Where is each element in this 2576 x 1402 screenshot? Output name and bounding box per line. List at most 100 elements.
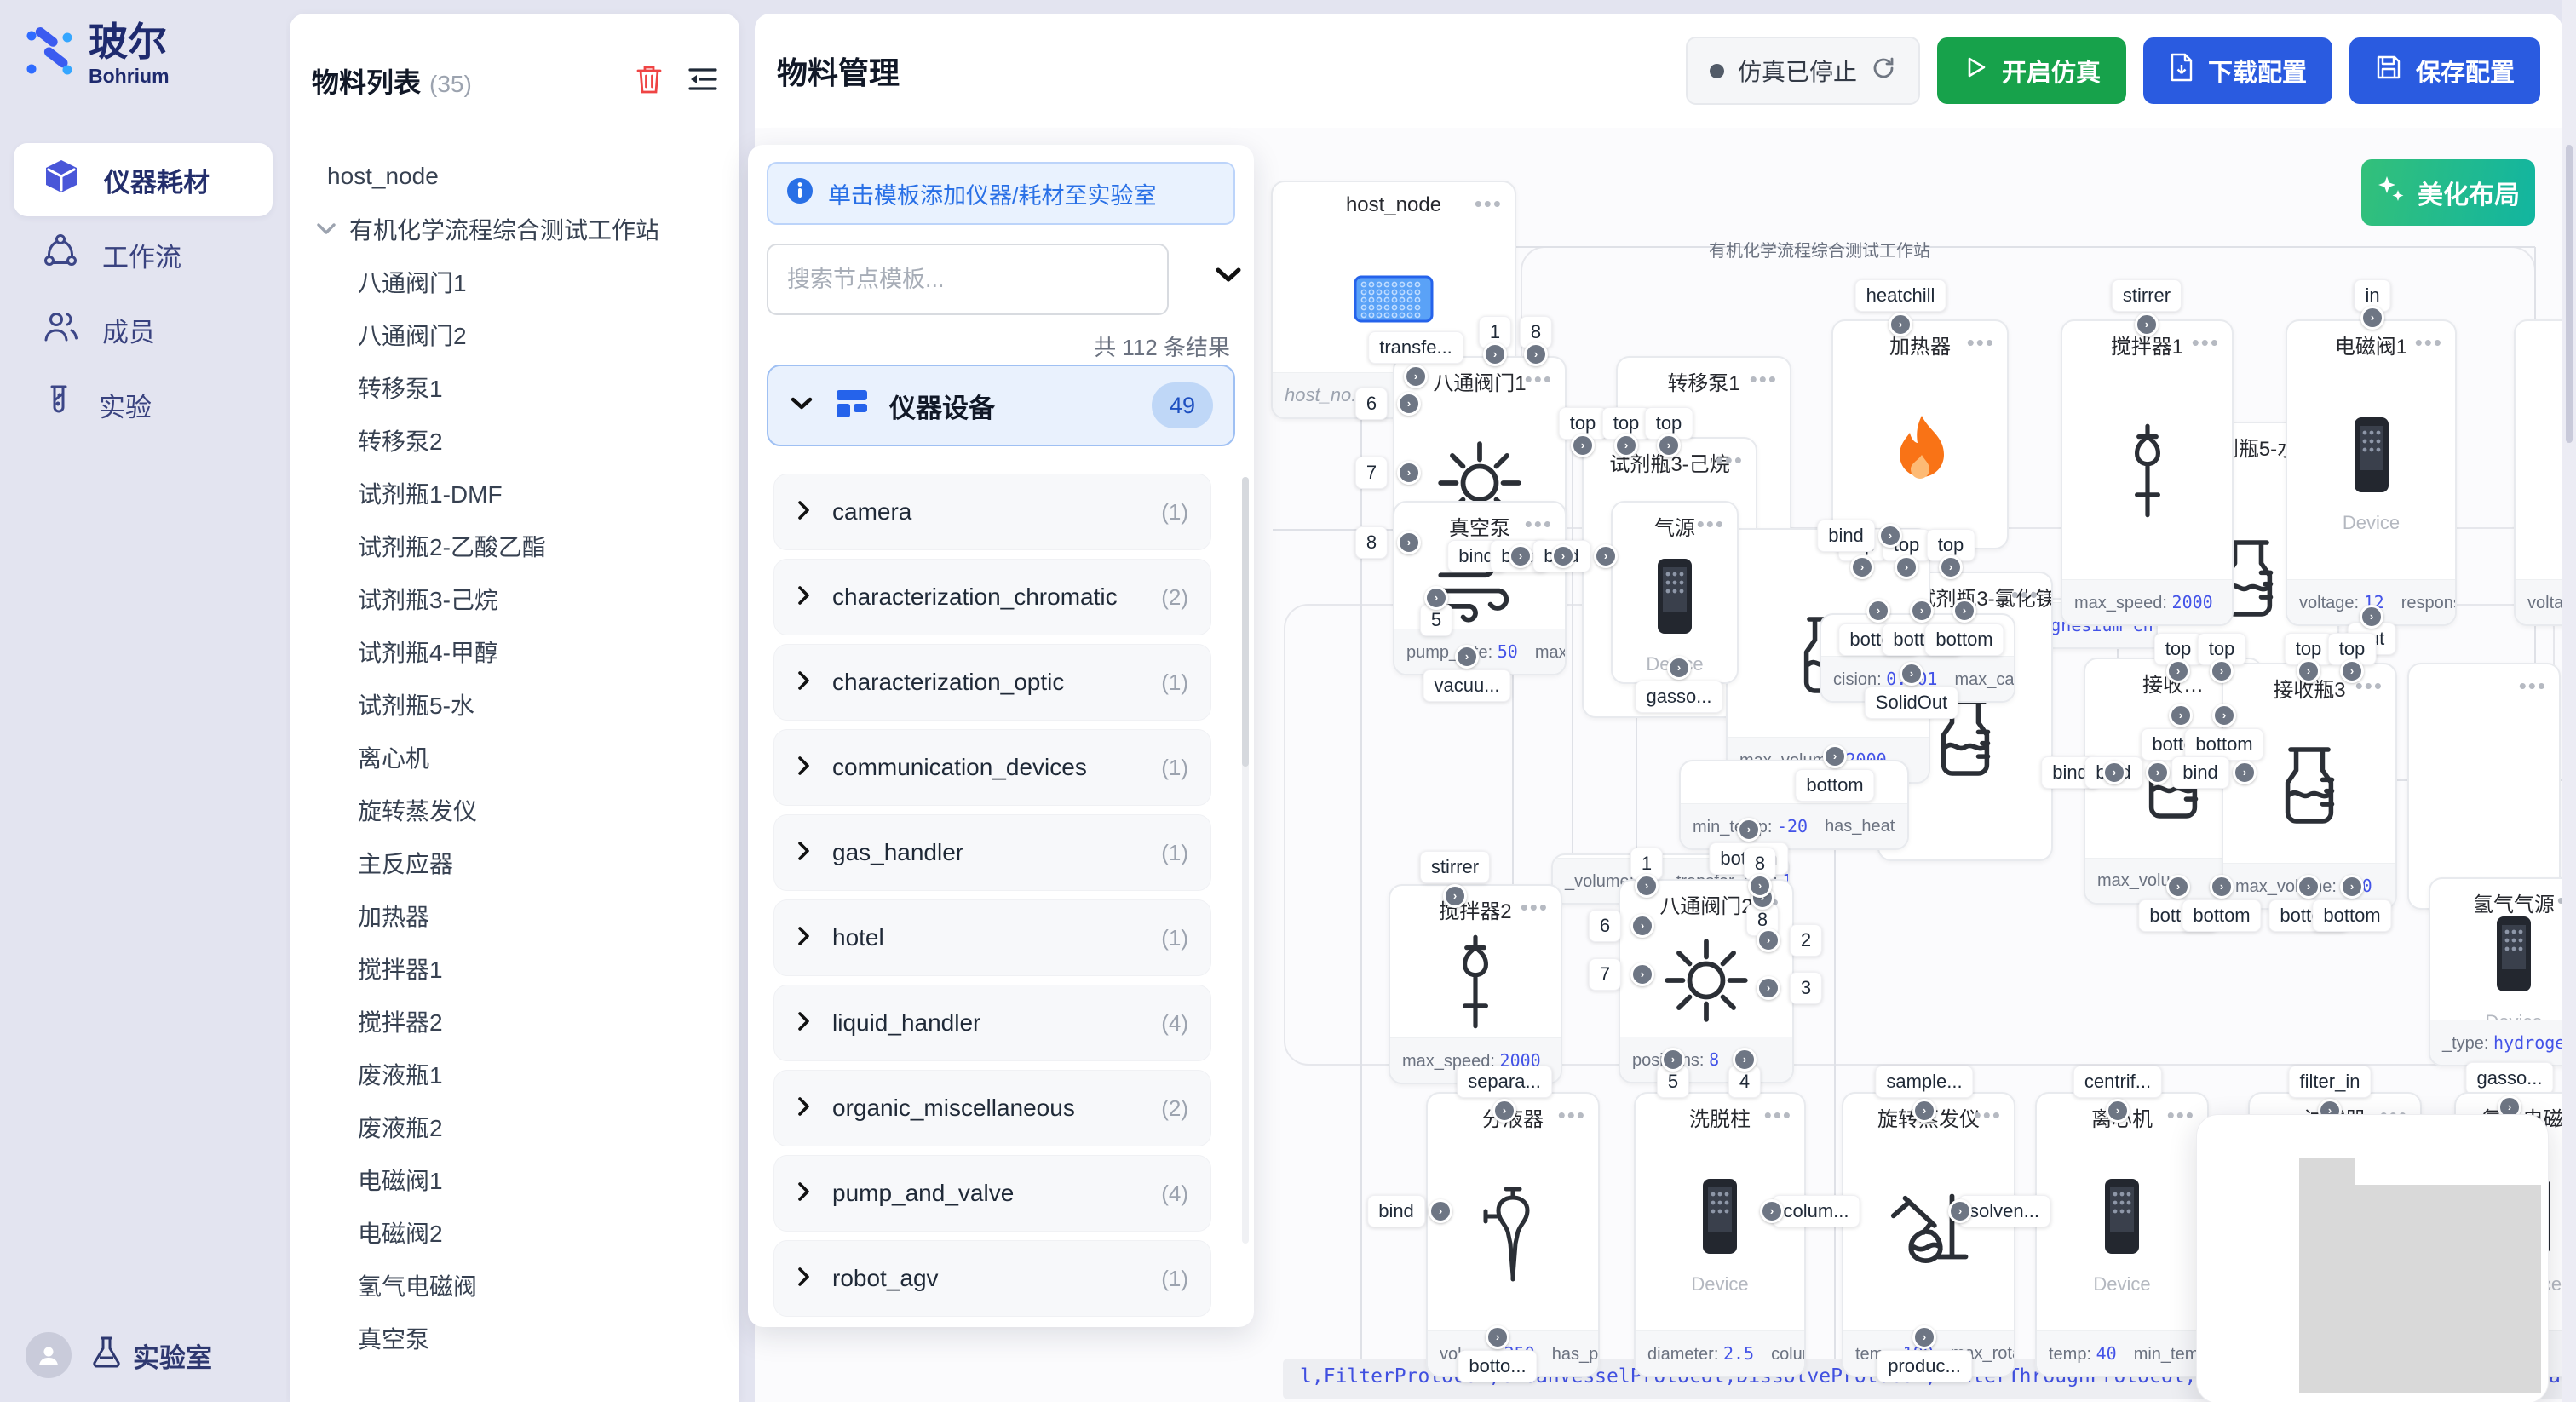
- tree-item[interactable]: 八通阀门2: [290, 308, 739, 361]
- node-menu-icon[interactable]: •••: [2519, 673, 2547, 699]
- port-dot[interactable]: ›: [1397, 531, 1421, 554]
- node-menu-icon[interactable]: •••: [1750, 366, 1778, 393]
- port-dot[interactable]: ›: [2210, 875, 2234, 899]
- node-menu-icon[interactable]: •••: [1764, 1102, 1792, 1129]
- port-dot[interactable]: ›: [1424, 586, 1448, 610]
- sidebar-item-lab[interactable]: 实验室: [90, 1335, 212, 1376]
- port-dot[interactable]: ›: [1571, 434, 1595, 457]
- port-dot[interactable]: ›: [1492, 1099, 1516, 1123]
- node-menu-icon[interactable]: •••: [1525, 511, 1553, 537]
- port-dot[interactable]: ›: [1635, 874, 1659, 898]
- node-menu-icon[interactable]: •••: [2192, 330, 2220, 356]
- sidebar-item-实验[interactable]: 实验: [14, 368, 273, 441]
- port-dot[interactable]: ›: [2166, 659, 2190, 683]
- node-menu-icon[interactable]: •••: [1525, 366, 1553, 393]
- port-dot[interactable]: ›: [1757, 928, 1780, 952]
- port-dot[interactable]: ›: [2135, 313, 2159, 336]
- port-dot[interactable]: ›: [1667, 656, 1691, 680]
- node-menu-icon[interactable]: •••: [1475, 191, 1503, 217]
- port-dot[interactable]: ›: [2166, 875, 2190, 899]
- port-dot[interactable]: ›: [1823, 744, 1847, 768]
- node-menu-icon[interactable]: •••: [1967, 330, 1995, 356]
- chevron-down-icon[interactable]: [1213, 264, 1244, 290]
- tree-item[interactable]: 氢气电磁阀: [290, 1259, 739, 1312]
- tree-item[interactable]: 离心机: [290, 731, 739, 784]
- tree-item[interactable]: 试剂瓶1-DMF: [290, 467, 739, 520]
- port-dot[interactable]: ›: [1757, 976, 1780, 1000]
- category-liquid_handler[interactable]: liquid_handler(4): [773, 985, 1211, 1061]
- node-menu-icon[interactable]: •••: [1521, 894, 1549, 921]
- node-menu-icon[interactable]: •••: [2415, 330, 2443, 356]
- tree-item[interactable]: 转移泵1: [290, 361, 739, 414]
- category-characterization_chromatic[interactable]: characterization_chromatic(2): [773, 559, 1211, 635]
- canvas-node-分液器[interactable]: 分液器•••volume: 250has_phases: true: [1426, 1092, 1600, 1377]
- node-menu-icon[interactable]: •••: [1558, 1102, 1586, 1129]
- canvas-node-加热器[interactable]: 加热器•••: [1831, 319, 2009, 549]
- sim-status-pill[interactable]: 仿真已停止: [1686, 37, 1920, 105]
- port-dot[interactable]: ›: [1630, 914, 1654, 938]
- canvas-node-电磁阀1[interactable]: 电磁阀1•••Devicevoltage: 12response_time: 0…: [2286, 319, 2457, 626]
- port-dot[interactable]: ›: [1895, 555, 1918, 579]
- tree-item[interactable]: 试剂瓶3-己烷: [290, 572, 739, 625]
- tree-item[interactable]: 电磁阀1: [290, 1153, 739, 1206]
- canvas-node-接收瓶3[interactable]: 接收瓶3•••max_volume: 250: [2222, 663, 2397, 910]
- tree-item[interactable]: 旋转蒸发仪: [290, 784, 739, 836]
- port-dot[interactable]: ›: [2297, 659, 2320, 683]
- port-dot[interactable]: ›: [1737, 818, 1761, 842]
- port-dot[interactable]: ›: [2233, 761, 2257, 784]
- node-menu-icon[interactable]: •••: [2011, 582, 2039, 608]
- port-dot[interactable]: ›: [1912, 1099, 1936, 1123]
- port-dot[interactable]: ›: [2169, 704, 2193, 727]
- port-dot[interactable]: ›: [1850, 555, 1874, 579]
- sidebar-item-工作流[interactable]: 工作流: [14, 218, 273, 291]
- node-menu-icon[interactable]: •••: [1697, 511, 1725, 537]
- tree-item[interactable]: 搅拌器1: [290, 942, 739, 995]
- port-dot[interactable]: ›: [2146, 761, 2170, 784]
- canvas-node-搅拌器1[interactable]: 搅拌器1•••max_speed: 2000: [2061, 319, 2234, 626]
- port-dot[interactable]: ›: [2360, 605, 2383, 629]
- category-characterization_optic[interactable]: characterization_optic(1): [773, 644, 1211, 721]
- start-sim-button[interactable]: 开启仿真: [1937, 37, 2126, 104]
- port-dot[interactable]: ›: [1952, 599, 1976, 623]
- canvas-node-card[interactable]: •••voltage: 12: [2514, 319, 2562, 626]
- node-menu-icon[interactable]: •••: [2167, 1102, 2195, 1129]
- tree-item[interactable]: 废液瓶1: [290, 1048, 739, 1100]
- save-config-button[interactable]: 保存配置: [2349, 37, 2540, 104]
- port-dot[interactable]: ›: [2102, 761, 2126, 784]
- canvas-node-card[interactable]: min_temp: -20has_heat: [1679, 760, 1909, 850]
- port-dot[interactable]: ›: [1939, 555, 1963, 579]
- port-dot[interactable]: ›: [1948, 1199, 1972, 1223]
- template-scrollbar[interactable]: [1242, 477, 1249, 1244]
- tree-item[interactable]: 主反应器: [290, 836, 739, 889]
- tree-item[interactable]: 搅拌器2: [290, 995, 739, 1048]
- port-dot[interactable]: ›: [1630, 962, 1654, 986]
- port-dot[interactable]: ›: [1397, 392, 1421, 416]
- canvas-node-真空泵[interactable]: 真空泵•••pump_rate: 50max_vacuum: 0.1: [1393, 501, 1567, 675]
- port-dot[interactable]: ›: [1878, 524, 1902, 548]
- canvas-node-洗脱柱[interactable]: 洗脱柱•••Devicediameter: 2.5column_type: si: [1634, 1092, 1806, 1377]
- refresh-icon[interactable]: [1871, 55, 1896, 87]
- port-dot[interactable]: ›: [1748, 874, 1772, 898]
- port-dot[interactable]: ›: [2360, 306, 2384, 330]
- beautify-layout-button[interactable]: 美化布局: [2361, 159, 2535, 226]
- tree-item[interactable]: 电磁阀2: [290, 1206, 739, 1259]
- page-scrollbar[interactable]: [2562, 0, 2576, 1402]
- tree-group-workstation[interactable]: 有机化学流程综合测试工作站: [290, 203, 739, 256]
- tree-item[interactable]: 废液瓶2: [290, 1100, 739, 1153]
- group-instruments[interactable]: 仪器设备 49: [767, 365, 1235, 446]
- port-dot[interactable]: ›: [1614, 434, 1638, 457]
- port-dot[interactable]: ›: [1483, 342, 1507, 366]
- port-dot[interactable]: ›: [1912, 1325, 1936, 1349]
- avatar[interactable]: [26, 1332, 72, 1378]
- port-dot[interactable]: ›: [1900, 662, 1923, 686]
- trash-icon[interactable]: [634, 63, 664, 100]
- port-dot[interactable]: ›: [1760, 1199, 1784, 1223]
- category-robot_agv[interactable]: robot_agv(1): [773, 1240, 1211, 1317]
- canvas-node-离心机[interactable]: 离心机•••Devicetemp: 40min_temp: 4max_spe: [2035, 1092, 2209, 1377]
- port-dot[interactable]: ›: [1866, 599, 1890, 623]
- port-dot[interactable]: ›: [1889, 313, 1912, 336]
- port-dot[interactable]: ›: [2340, 659, 2364, 683]
- canvas-node-card[interactable]: •••: [2407, 663, 2561, 910]
- port-dot[interactable]: ›: [2340, 875, 2364, 899]
- sidebar-item-成员[interactable]: 成员: [14, 293, 273, 366]
